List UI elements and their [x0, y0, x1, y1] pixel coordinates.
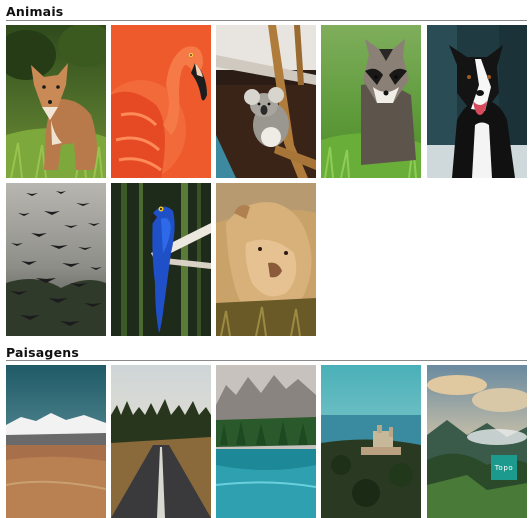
photo-border-collie[interactable]	[427, 25, 527, 178]
section-title-animais: Animais	[6, 4, 64, 19]
photo-raccoon[interactable]	[321, 25, 421, 178]
photo-flamingo[interactable]	[111, 25, 211, 178]
section-divider	[6, 360, 527, 361]
photo-snowy-mountains[interactable]	[6, 365, 106, 518]
cloudy-mountains-image	[427, 365, 527, 518]
mountain-lake-image	[216, 365, 316, 518]
dog-image	[427, 25, 527, 178]
photo-road[interactable]	[111, 365, 211, 518]
photo-koala[interactable]	[216, 25, 316, 178]
road-image	[111, 365, 211, 518]
koala-image	[216, 25, 316, 178]
parrot-image	[111, 183, 211, 336]
snowy-mountains-image	[6, 365, 106, 518]
photo-cloudy-mountains[interactable]	[427, 365, 527, 518]
lioness-image	[216, 183, 316, 336]
section-title-paisagens: Paisagens	[6, 345, 79, 360]
photo-parrot[interactable]	[111, 183, 211, 336]
raccoon-image	[321, 25, 421, 178]
birds-image	[6, 183, 106, 336]
photo-fox[interactable]	[6, 25, 106, 178]
section-divider	[6, 20, 527, 21]
section-animais: Animais	[6, 4, 527, 336]
photo-coastal-castle[interactable]	[321, 365, 421, 518]
coastal-castle-image	[321, 365, 421, 518]
photo-birds-flock[interactable]	[6, 183, 106, 336]
photo-lioness[interactable]	[216, 183, 316, 336]
section-paisagens: Paisagens	[6, 345, 527, 518]
photo-mountain-lake[interactable]	[216, 365, 316, 518]
fox-image	[6, 25, 106, 178]
back-to-top-button[interactable]: Topo	[491, 455, 517, 480]
flamingo-image	[111, 25, 211, 178]
